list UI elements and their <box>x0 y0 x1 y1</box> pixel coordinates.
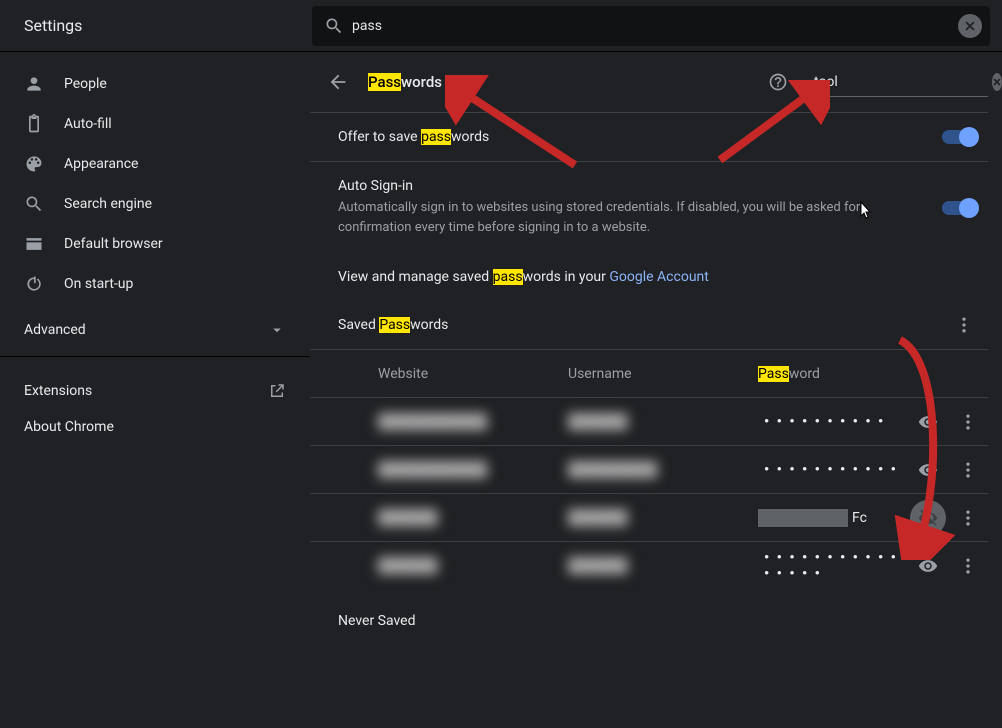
close-icon <box>963 19 977 33</box>
username-cell: ██████ <box>568 557 758 574</box>
password-cell: • • • • • • • • • • <box>758 414 908 430</box>
col-password: Password <box>758 366 908 382</box>
sidebar-item-people[interactable]: People <box>0 64 310 104</box>
saved-passwords-heading: Saved Passwords <box>338 317 448 333</box>
password-cell: • • • • • • • • • • • • • • • • <box>758 550 908 582</box>
password-row: ███████████ ██████ • • • • • • • • • • <box>310 397 988 445</box>
password-cell: • • • • • • • • • • • <box>758 462 908 478</box>
col-username: Username <box>568 366 758 382</box>
sidebar-item-autofill[interactable]: Auto-fill <box>0 104 310 144</box>
settings-main: Passwords Offer to save passwords <box>310 52 1002 728</box>
app-title: Settings <box>24 16 82 35</box>
arrow-left-icon <box>327 71 349 93</box>
password-row: ███████████ █████████ • • • • • • • • • … <box>310 445 988 493</box>
website-cell: ██████ <box>378 557 568 574</box>
search-icon <box>24 194 44 214</box>
password-cell: Fc <box>758 509 908 527</box>
auto-signin-toggle[interactable] <box>942 201 976 215</box>
page-title: Passwords <box>368 73 442 91</box>
sidebar-item-on-startup[interactable]: On start-up <box>0 264 310 304</box>
browser-icon <box>24 234 44 254</box>
sidebar-item-search-engine[interactable]: Search engine <box>0 184 310 224</box>
settings-sidebar: People Auto-fill Appearance Search engin… <box>0 52 310 728</box>
row-menu-button[interactable] <box>958 412 978 432</box>
hide-password-button[interactable] <box>910 500 946 536</box>
sidebar-item-default-browser[interactable]: Default browser <box>0 224 310 264</box>
eye-off-icon <box>918 508 938 528</box>
row-menu-button[interactable] <box>958 460 978 480</box>
website-cell: ███████████ <box>378 413 568 430</box>
settings-search[interactable] <box>312 6 990 46</box>
passwords-filter[interactable] <box>808 67 988 97</box>
power-icon <box>24 274 44 294</box>
saved-passwords-menu-button[interactable] <box>954 315 974 335</box>
clear-filter-button[interactable] <box>992 73 1002 91</box>
sidebar-item-about-chrome[interactable]: About Chrome <box>0 409 310 445</box>
advanced-toggle[interactable]: Advanced <box>0 310 310 350</box>
show-password-button[interactable] <box>918 460 938 480</box>
sidebar-item-label: Search engine <box>64 196 152 212</box>
sidebar-item-label: Appearance <box>64 156 138 172</box>
sidebar-item-extensions[interactable]: Extensions <box>0 373 310 409</box>
show-password-button[interactable] <box>918 556 938 576</box>
row-menu-button[interactable] <box>958 508 978 528</box>
col-website: Website <box>378 366 568 382</box>
chevron-down-icon <box>268 321 286 339</box>
close-icon <box>992 77 1002 87</box>
row-menu-button[interactable] <box>958 556 978 576</box>
external-link-icon <box>268 382 286 400</box>
help-button[interactable] <box>760 64 796 100</box>
offer-save-passwords-label: Offer to save passwords <box>338 129 489 145</box>
google-account-link[interactable]: Google Account <box>609 269 708 285</box>
sidebar-item-label: Auto-fill <box>64 116 112 132</box>
palette-icon <box>24 154 44 174</box>
passwords-filter-input[interactable] <box>814 74 992 90</box>
sidebar-divider <box>0 356 310 357</box>
settings-search-input[interactable] <box>352 6 950 46</box>
website-cell: ██████ <box>378 509 568 526</box>
extensions-label: Extensions <box>24 383 92 399</box>
never-saved-heading: Never Saved <box>310 589 988 629</box>
username-cell: ██████ <box>568 413 758 430</box>
person-icon <box>24 74 44 94</box>
sidebar-item-appearance[interactable]: Appearance <box>0 144 310 184</box>
auto-signin-description: Automatically sign in to websites using … <box>338 198 878 237</box>
search-icon <box>324 16 344 36</box>
sidebar-item-label: On start-up <box>64 276 133 292</box>
clipboard-icon <box>24 114 44 134</box>
advanced-label: Advanced <box>24 322 86 338</box>
clear-search-button[interactable] <box>958 14 982 38</box>
sidebar-item-label: People <box>64 76 107 92</box>
help-icon <box>768 72 788 92</box>
back-button[interactable] <box>320 64 356 100</box>
view-manage-saved: View and manage saved passwords in your … <box>338 269 988 285</box>
username-cell: ██████ <box>568 509 758 526</box>
password-row: ██████ ██████ • • • • • • • • • • • • • … <box>310 541 988 589</box>
website-cell: ███████████ <box>378 461 568 478</box>
password-row: ██████ ██████ Fc <box>310 493 988 541</box>
about-label: About Chrome <box>24 419 114 435</box>
sidebar-item-label: Default browser <box>64 236 163 252</box>
auto-signin-label: Auto Sign-in <box>338 178 878 194</box>
username-cell: █████████ <box>568 461 758 478</box>
show-password-button[interactable] <box>918 412 938 432</box>
offer-save-passwords-toggle[interactable] <box>942 130 976 144</box>
